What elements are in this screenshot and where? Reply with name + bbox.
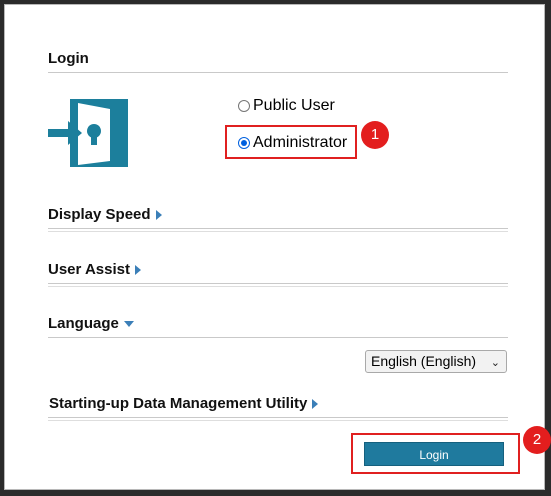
login-section-title: Login xyxy=(48,50,89,67)
login-title-text: Login xyxy=(48,50,89,67)
language-select[interactable]: English (English) ⌄ xyxy=(365,350,507,373)
radio-public-user[interactable]: Public User xyxy=(238,97,335,115)
login-panel: Login Public User Administrator 1 Displa… xyxy=(4,4,551,490)
expand-arrow-icon xyxy=(155,210,162,221)
radio-public-user-button[interactable] xyxy=(238,100,250,112)
door-login-icon xyxy=(48,99,128,167)
expand-arrow-icon xyxy=(135,265,141,276)
language-label: Language xyxy=(48,315,119,332)
collapse-arrow-icon xyxy=(123,321,134,328)
user-assist-label: User Assist xyxy=(48,261,130,278)
divider xyxy=(48,337,508,338)
divider xyxy=(48,283,508,287)
language-toggle[interactable]: Language xyxy=(48,315,134,332)
user-assist-toggle[interactable]: User Assist xyxy=(48,261,141,278)
annotation-badge-2: 2 xyxy=(523,426,551,454)
divider xyxy=(48,72,508,73)
divider xyxy=(48,228,508,232)
startup-utility-toggle[interactable]: Starting-up Data Management Utility xyxy=(49,395,319,412)
language-select-value: English (English) xyxy=(371,353,477,369)
divider xyxy=(48,417,508,421)
annotation-highlight-administrator xyxy=(225,125,357,159)
annotation-badge-1: 1 xyxy=(361,121,389,149)
startup-utility-label: Starting-up Data Management Utility xyxy=(49,395,308,412)
display-speed-toggle[interactable]: Display Speed xyxy=(48,206,162,223)
annotation-highlight-login xyxy=(351,433,520,474)
expand-arrow-icon xyxy=(312,399,319,410)
radio-public-user-label: Public User xyxy=(253,97,335,114)
display-speed-label: Display Speed xyxy=(48,206,151,223)
chevron-down-icon: ⌄ xyxy=(490,357,500,369)
